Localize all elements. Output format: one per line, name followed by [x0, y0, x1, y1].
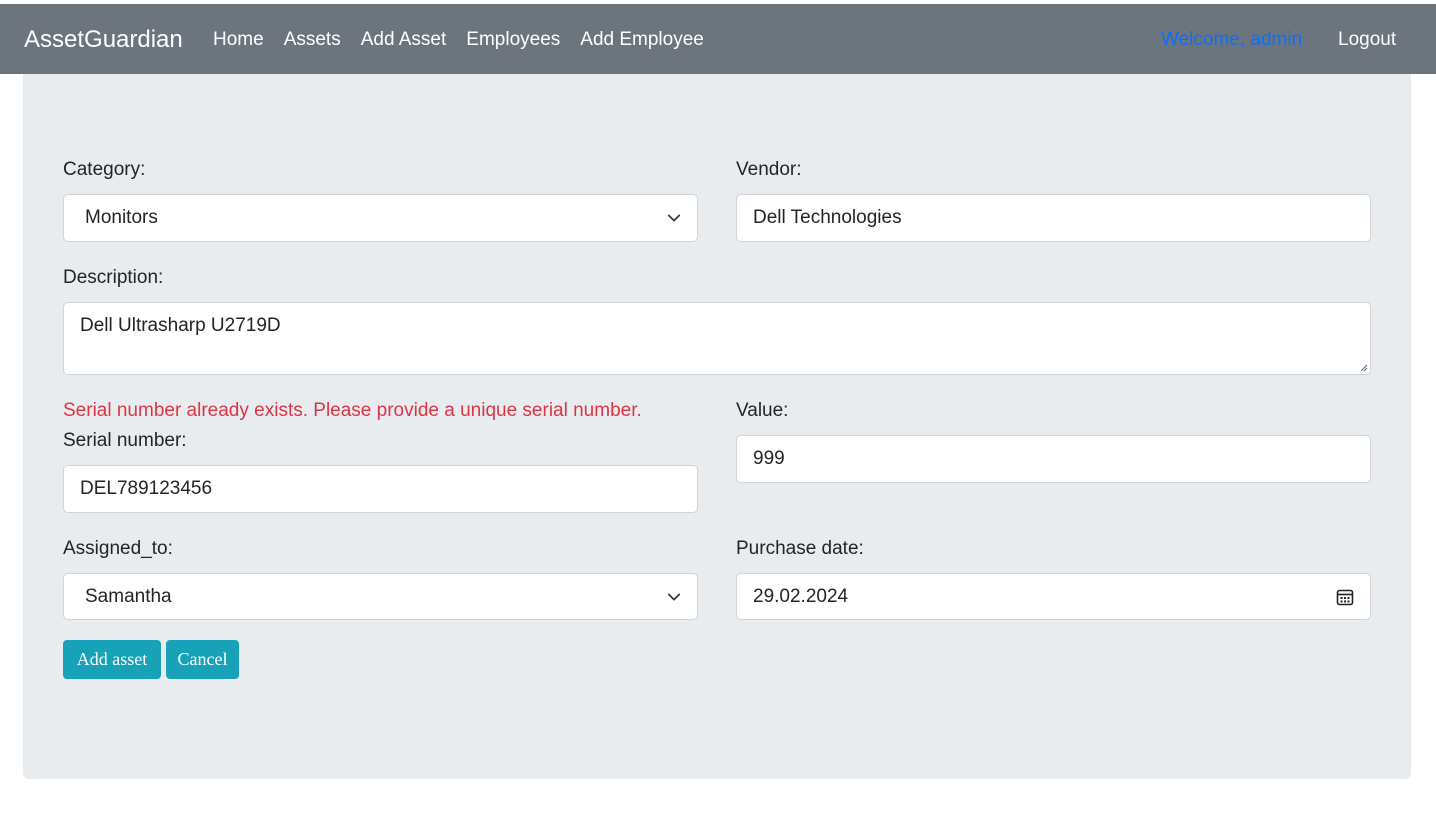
vendor-input[interactable]: Dell Technologies — [736, 194, 1371, 242]
value-input[interactable]: 999 — [736, 435, 1371, 483]
value-value: 999 — [753, 448, 785, 469]
cancel-button[interactable]: Cancel — [166, 640, 239, 679]
purchase-date-value: 29.02.2024 — [753, 585, 849, 607]
calendar-icon[interactable] — [1336, 588, 1354, 606]
purchase-date-label: Purchase date: — [736, 538, 864, 559]
logout-link[interactable]: Logout — [1338, 28, 1396, 52]
welcome-user-link[interactable]: Welcome, admin — [1161, 28, 1302, 52]
category-label: Category: — [63, 159, 146, 180]
nav-link-add-employee[interactable]: Add Employee — [580, 28, 704, 52]
description-value: Dell Ultrasharp U2719D — [80, 315, 281, 336]
brand-logo-link[interactable]: AssetGuardian — [24, 25, 183, 55]
description-label: Description: — [63, 267, 164, 288]
add-asset-button[interactable]: Add asset — [63, 640, 161, 679]
top-navbar: AssetGuardian Home Assets Add Asset Empl… — [0, 4, 1436, 74]
chevron-down-icon — [667, 593, 681, 600]
nav-link-home[interactable]: Home — [213, 28, 264, 52]
serial-error-message: Serial number already exists. Please pro… — [63, 400, 642, 421]
vendor-label: Vendor: — [736, 159, 802, 180]
purchase-date-input[interactable]: 29.02.2024 — [736, 573, 1371, 620]
category-selected-value: Monitors — [85, 207, 158, 228]
nav-links: Home Assets Add Asset Employees Add Empl… — [213, 28, 724, 52]
resize-grip-icon[interactable] — [1358, 362, 1368, 372]
description-textarea[interactable]: Dell Ultrasharp U2719D — [63, 302, 1371, 375]
nav-link-assets[interactable]: Assets — [284, 28, 341, 52]
nav-link-add-asset[interactable]: Add Asset — [361, 28, 447, 52]
serial-number-input[interactable]: DEL789123456 — [63, 465, 698, 513]
serial-number-value: DEL789123456 — [80, 478, 213, 499]
assigned-to-selected-value: Samantha — [85, 585, 172, 607]
assigned-to-label: Assigned_to: — [63, 538, 173, 559]
serial-number-label: Serial number: — [63, 430, 187, 451]
vendor-value: Dell Technologies — [753, 207, 902, 228]
assigned-to-select[interactable]: Samantha — [63, 573, 698, 620]
category-select[interactable]: Monitors — [63, 194, 698, 242]
nav-link-employees[interactable]: Employees — [466, 28, 560, 52]
chevron-down-icon — [667, 214, 681, 222]
value-label: Value: — [736, 400, 789, 421]
